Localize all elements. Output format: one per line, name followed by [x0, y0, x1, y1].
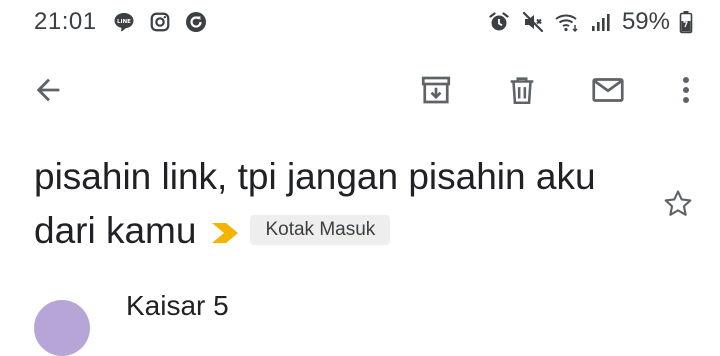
wifi-icon [554, 9, 580, 35]
star-button[interactable] [658, 184, 698, 224]
mark-unread-button[interactable] [588, 70, 628, 110]
back-button[interactable] [28, 70, 68, 110]
more-options-button[interactable] [674, 70, 698, 110]
avatar[interactable] [34, 300, 90, 356]
line-icon: LINE [111, 9, 137, 35]
instagram-icon [147, 9, 173, 35]
delete-button[interactable] [502, 70, 542, 110]
star-outline-icon [664, 190, 692, 216]
sender-row[interactable]: Kaisar 5 [0, 290, 720, 356]
mute-icon [520, 9, 546, 35]
inbox-label-chip[interactable]: Kotak Masuk [250, 215, 391, 246]
status-bar-right: 59% [486, 8, 694, 36]
svg-text:LINE: LINE [117, 19, 131, 25]
clock: 21:01 [34, 8, 97, 35]
status-bar: 21:01 LINE 59% [0, 0, 720, 44]
status-bar-left: 21:01 LINE [34, 8, 209, 36]
more-vert-icon [683, 77, 689, 103]
delete-icon [510, 77, 534, 105]
sync-icon [183, 9, 209, 35]
archive-icon [421, 76, 451, 104]
mark-unread-icon [592, 78, 624, 102]
alarm-icon [486, 9, 512, 35]
battery-icon [678, 9, 694, 35]
archive-button[interactable] [416, 70, 456, 110]
importance-marker-icon[interactable] [210, 206, 240, 260]
sender-name: Kaisar 5 [126, 290, 229, 321]
email-toolbar [0, 56, 720, 124]
signal-icon [588, 9, 614, 35]
toolbar-actions [416, 70, 698, 110]
arrow-left-icon [36, 78, 60, 102]
email-subject: pisahin link, tpi jangan pisahin aku dar… [34, 150, 634, 260]
battery-percentage: 59% [621, 8, 670, 35]
